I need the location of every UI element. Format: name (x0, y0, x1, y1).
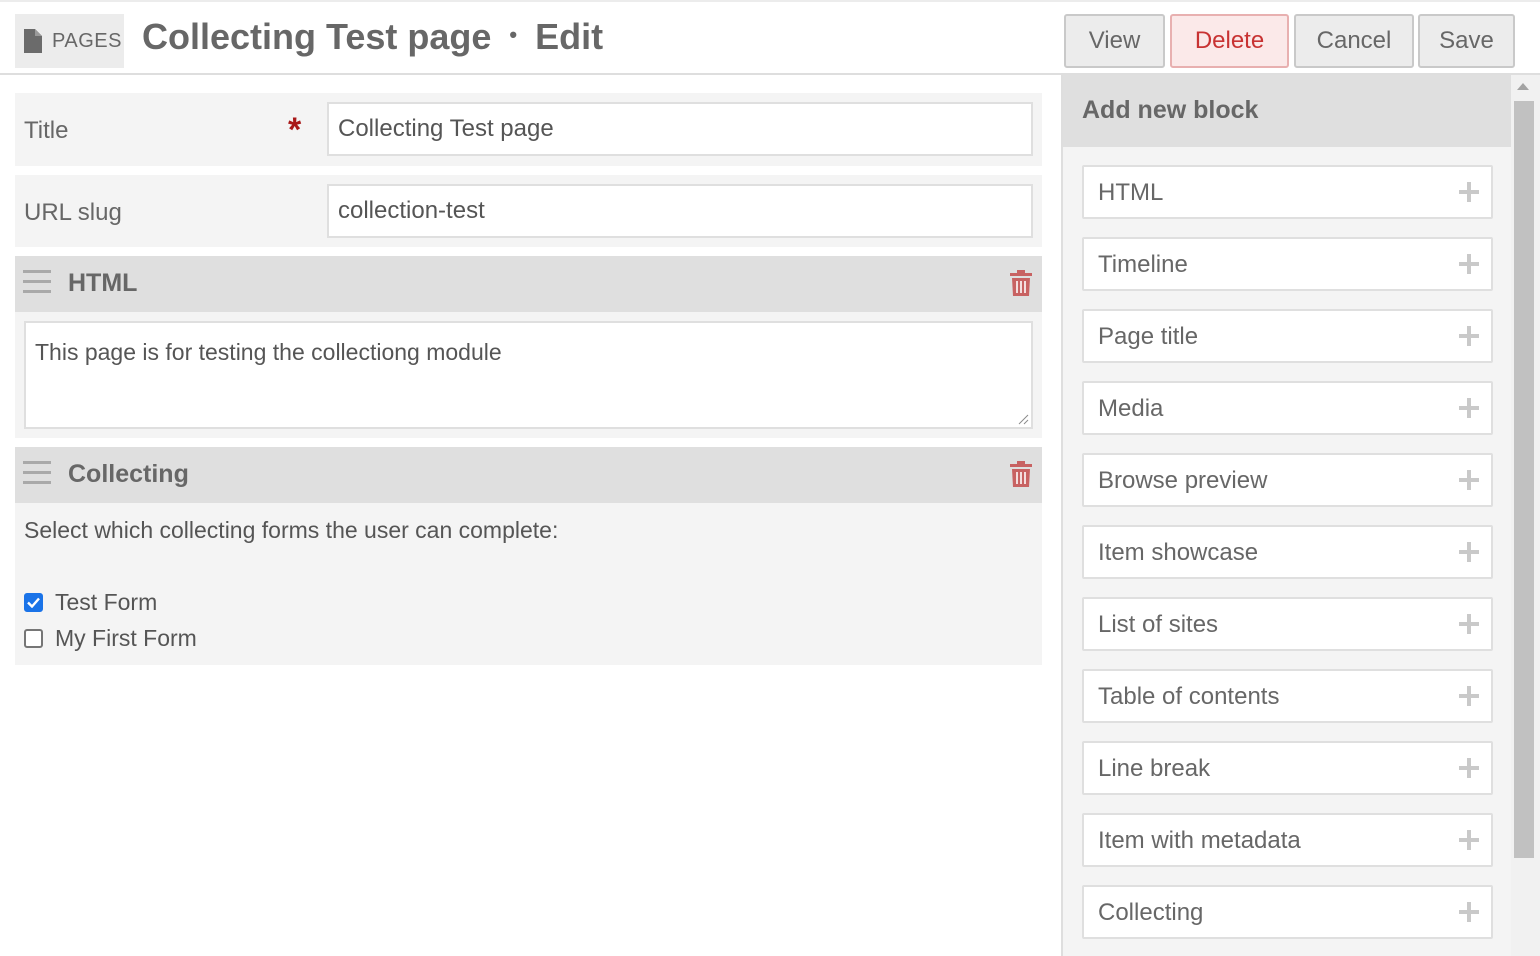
view-button[interactable]: View (1064, 14, 1165, 68)
add-block-media[interactable]: Media (1082, 381, 1493, 435)
plus-icon (1459, 470, 1479, 490)
section-label: PAGES (52, 29, 122, 52)
html-block-header: HTML (15, 256, 1042, 312)
plus-icon (1459, 614, 1479, 634)
plus-icon (1459, 398, 1479, 418)
add-block-html[interactable]: HTML (1082, 165, 1493, 219)
collecting-description: Select which collecting forms the user c… (24, 517, 559, 543)
add-block-label: Media (1098, 395, 1164, 422)
add-block-item-showcase[interactable]: Item showcase (1082, 525, 1493, 579)
add-block-line-break[interactable]: Line break (1082, 741, 1493, 795)
add-block-label: Collecting (1098, 899, 1204, 926)
add-block-collecting[interactable]: Collecting (1082, 885, 1493, 939)
section-tag-pages[interactable]: PAGES (15, 14, 124, 68)
html-content-textarea[interactable]: This page is for testing the collectiong… (24, 321, 1033, 429)
document-icon (24, 29, 42, 53)
add-block-label: List of sites (1098, 611, 1219, 638)
sidebar-scrollbar[interactable] (1511, 75, 1540, 956)
scroll-thumb[interactable] (1514, 101, 1534, 858)
form-option-label: My First Form (55, 625, 197, 651)
add-block-table-of-contents[interactable]: Table of contents (1082, 669, 1493, 723)
add-block-label: Item showcase (1098, 539, 1259, 566)
add-block-label: Browse preview (1098, 467, 1268, 494)
collecting-block-body: Select which collecting forms the user c… (15, 503, 1042, 665)
sidebar-header: Add new block (1063, 75, 1511, 147)
block-title: Collecting (68, 460, 189, 488)
scroll-up-arrow-icon[interactable] (1517, 83, 1529, 90)
check-icon (27, 597, 40, 608)
block-title: HTML (68, 269, 138, 297)
resize-grip-icon[interactable] (1017, 413, 1029, 425)
sidebar-title: Add new block (1082, 96, 1259, 124)
plus-icon (1459, 758, 1479, 778)
drag-handle-icon[interactable] (23, 461, 51, 485)
form-option-test-form[interactable]: Test Form (24, 589, 157, 616)
add-block-label: Line break (1098, 755, 1211, 782)
add-block-label: HTML (1098, 179, 1164, 206)
html-content-text: This page is for testing the collectiong… (35, 339, 502, 365)
slug-input[interactable]: collection-test (327, 184, 1033, 238)
required-marker: * (288, 111, 302, 149)
add-block-browse-preview[interactable]: Browse preview (1082, 453, 1493, 507)
drag-handle-icon[interactable] (23, 270, 51, 294)
plus-icon (1459, 182, 1479, 202)
cancel-button[interactable]: Cancel (1294, 14, 1414, 68)
plus-icon (1459, 542, 1479, 562)
page-name: Collecting Test page (142, 16, 492, 57)
title-field-row: Title * Collecting Test page (15, 93, 1042, 166)
title-separator: • (509, 22, 518, 48)
trash-icon[interactable] (1010, 270, 1032, 296)
add-block-label: Page title (1098, 323, 1199, 350)
save-button[interactable]: Save (1418, 14, 1515, 68)
slug-field-row: URL slug collection-test (15, 175, 1042, 247)
add-block-list-of-sites[interactable]: List of sites (1082, 597, 1493, 651)
html-block-body: This page is for testing the collectiong… (15, 312, 1042, 438)
add-block-label: Timeline (1098, 251, 1188, 278)
plus-icon (1459, 326, 1479, 346)
add-block-label: Item with metadata (1098, 827, 1301, 854)
add-block-page-title[interactable]: Page title (1082, 309, 1493, 363)
delete-button[interactable]: Delete (1170, 14, 1289, 68)
trash-icon[interactable] (1010, 461, 1032, 487)
title-label: Title (24, 117, 69, 144)
add-block-timeline[interactable]: Timeline (1082, 237, 1493, 291)
checkbox-checked[interactable] (24, 593, 43, 612)
add-block-item-with-metadata[interactable]: Item with metadata (1082, 813, 1493, 867)
slug-label: URL slug (24, 199, 122, 226)
page-header: PAGES Collecting Test page • Edit View Del… (0, 0, 1540, 75)
page-title: Collecting Test page • Edit (142, 16, 603, 58)
add-block-label: Table of contents (1098, 683, 1280, 710)
plus-icon (1459, 254, 1479, 274)
plus-icon (1459, 902, 1479, 922)
form-option-my-first-form[interactable]: My First Form (24, 625, 197, 652)
title-input[interactable]: Collecting Test page (327, 102, 1033, 156)
plus-icon (1459, 830, 1479, 850)
page-mode: Edit (535, 16, 604, 57)
plus-icon (1459, 686, 1479, 706)
form-option-label: Test Form (55, 589, 158, 615)
checkbox-unchecked[interactable] (24, 629, 43, 648)
add-block-sidebar: Add new block HTML Timeline Page title M… (1061, 75, 1511, 956)
collecting-block-header: Collecting (15, 447, 1042, 503)
